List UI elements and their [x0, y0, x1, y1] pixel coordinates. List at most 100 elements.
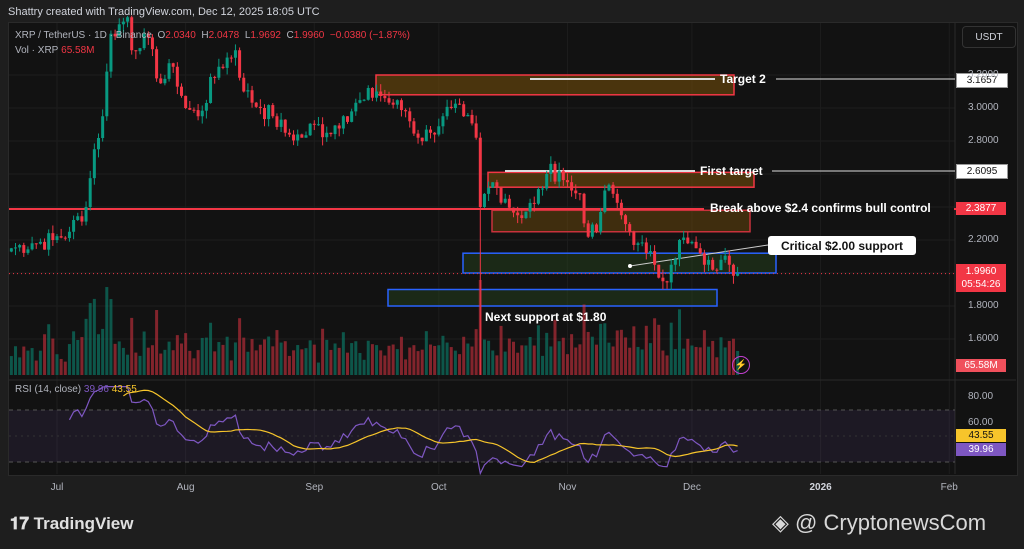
volume-bar	[130, 317, 134, 375]
volume-bar	[408, 347, 412, 375]
candle-body	[678, 240, 681, 260]
symbol-name: XRP / TetherUS · 1D · Binance	[15, 30, 152, 41]
candle-body	[101, 116, 105, 138]
volume-bar	[462, 336, 466, 375]
volume-bar	[225, 336, 229, 375]
candle-body	[466, 114, 470, 117]
open-value: 2.0340	[165, 30, 196, 41]
volume-bar	[512, 341, 515, 375]
volume-bar	[283, 341, 287, 375]
low-value: 1.9692	[250, 30, 281, 41]
candle-body	[449, 106, 453, 108]
volume-bar	[325, 339, 329, 375]
candle-body	[653, 251, 657, 265]
volume-bar	[433, 345, 437, 375]
volume-bar	[698, 347, 702, 375]
candle-body	[391, 102, 395, 105]
volume-bar	[167, 341, 171, 375]
candle-body	[408, 111, 412, 122]
candle-body	[126, 17, 130, 22]
volume-bar	[213, 351, 217, 375]
candle-body	[271, 105, 275, 117]
candle-body	[67, 231, 71, 239]
volume-bar	[694, 346, 698, 375]
volume-bar	[420, 349, 424, 375]
volume-bar	[38, 350, 42, 375]
candle-body	[665, 281, 669, 283]
target2-label: Target 2	[720, 72, 766, 86]
volume-bar	[267, 336, 271, 375]
volume-bar	[113, 343, 117, 375]
candle-body	[163, 78, 167, 84]
volume-bar	[491, 350, 495, 375]
lightning-icon[interactable]: ⚡	[732, 356, 750, 374]
volume-bar	[275, 330, 279, 375]
candle-body	[520, 215, 524, 219]
candle-body	[536, 189, 540, 204]
volume-bar	[47, 324, 51, 375]
volume-bar	[254, 350, 258, 375]
candle-body	[254, 102, 258, 107]
candle-body	[304, 135, 308, 138]
volume-bar	[603, 323, 607, 375]
price-chart[interactable]	[0, 0, 1024, 549]
volume-bar	[9, 356, 13, 375]
volume-bar	[682, 348, 686, 375]
candle-body	[512, 207, 515, 213]
price-tick: 2.8000	[968, 135, 999, 146]
volume-bar	[358, 352, 362, 375]
close-value: 1.9960	[293, 30, 325, 41]
candle-body	[76, 216, 80, 220]
candle-body	[383, 96, 387, 99]
candle-body	[292, 134, 296, 141]
candle-body	[557, 170, 561, 182]
candle-body	[321, 124, 325, 138]
candle-body	[599, 211, 603, 232]
break-price-tag: 2.3877	[956, 202, 1006, 215]
time-tick: Sep	[305, 482, 324, 493]
candle-body	[429, 129, 432, 133]
volume-bar	[250, 339, 254, 375]
volume-bar	[619, 329, 623, 375]
candle-body	[337, 125, 341, 129]
candle-body	[296, 134, 300, 141]
candle-body	[528, 202, 532, 212]
volume-bar	[495, 355, 499, 375]
volume-bar	[184, 333, 188, 375]
candle-body	[138, 48, 142, 52]
candle-body	[159, 78, 163, 84]
next-support-zone	[387, 288, 718, 307]
volume-bar	[142, 331, 146, 375]
volume-bar	[665, 355, 669, 375]
candle-body	[362, 99, 366, 101]
candle-body	[229, 57, 233, 59]
candle-body	[719, 259, 723, 271]
break-above-label: Break above $2.4 confirms bull control	[710, 201, 931, 215]
candle-body	[233, 50, 237, 58]
volume-bar	[192, 358, 196, 375]
volume-bar	[88, 303, 92, 375]
volume-bar	[673, 349, 677, 375]
volume-bar	[109, 299, 113, 375]
candle-body	[387, 98, 391, 103]
currency-button[interactable]: USDT	[962, 26, 1016, 48]
candle-body	[366, 87, 370, 100]
candle-body	[694, 241, 698, 249]
volume-bar	[43, 334, 47, 375]
volume-bar	[636, 346, 640, 375]
candle-body	[51, 233, 55, 240]
volume-bar	[67, 344, 71, 375]
candle-body	[582, 193, 586, 224]
volume-bar	[233, 342, 237, 375]
candle-body	[487, 187, 491, 194]
volume-bar	[51, 338, 55, 375]
candle-body	[105, 71, 109, 117]
candle-body	[495, 182, 499, 187]
volume-bar	[188, 350, 192, 375]
volume-bar	[217, 342, 221, 375]
candle-body	[420, 137, 424, 142]
volume-bar	[474, 329, 478, 375]
volume-bar	[429, 344, 432, 375]
volume-bar	[22, 346, 26, 375]
candle-body	[287, 132, 291, 135]
